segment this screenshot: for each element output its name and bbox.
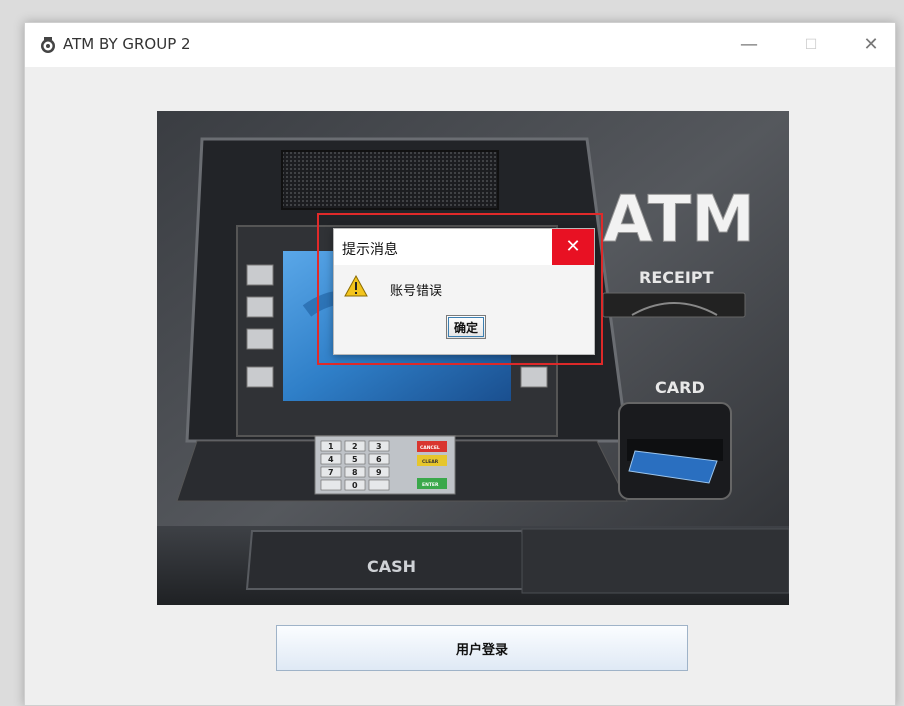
minimize-button[interactable]: — [735, 31, 763, 59]
svg-text:6: 6 [376, 455, 382, 464]
ok-button[interactable]: 确定 [446, 315, 486, 339]
dialog-close-button[interactable]: ✕ [552, 229, 594, 265]
svg-text:9: 9 [376, 468, 382, 477]
svg-text:1: 1 [328, 442, 334, 451]
svg-text:ATM: ATM [603, 183, 755, 257]
message-dialog: 提示消息 ✕ 账号错误 确定 [333, 228, 595, 355]
close-button[interactable]: ✕ [857, 31, 885, 59]
user-login-button[interactable]: 用户登录 [276, 625, 688, 671]
svg-text:CASH: CASH [367, 557, 416, 576]
dialog-title-bar: 提示消息 ✕ [334, 229, 594, 265]
dialog-message: 账号错误 [390, 284, 443, 299]
dialog-title: 提示消息 [342, 242, 398, 258]
svg-text:4: 4 [328, 455, 334, 464]
svg-text:3: 3 [376, 442, 382, 451]
svg-text:CLEAR: CLEAR [422, 459, 439, 465]
window-title: ATM BY GROUP 2 [63, 35, 191, 53]
warning-icon [344, 275, 368, 297]
svg-text:0: 0 [352, 481, 358, 490]
svg-text:2: 2 [352, 442, 358, 451]
title-bar: ATM BY GROUP 2 — ☐ ✕ [25, 23, 895, 67]
svg-text:8: 8 [352, 468, 358, 477]
svg-text:RECEIPT: RECEIPT [639, 268, 714, 287]
svg-text:7: 7 [328, 468, 334, 477]
app-icon [41, 37, 55, 53]
svg-text:CANCEL: CANCEL [420, 445, 440, 451]
svg-text:CARD: CARD [655, 378, 705, 397]
app-window: ATM BY GROUP 2 — ☐ ✕ 1 2 3 4 5 6 7 8 9 0… [24, 22, 896, 706]
svg-text:ENTER: ENTER [422, 482, 439, 488]
maximize-button[interactable]: ☐ [797, 31, 825, 59]
svg-text:5: 5 [352, 455, 358, 464]
